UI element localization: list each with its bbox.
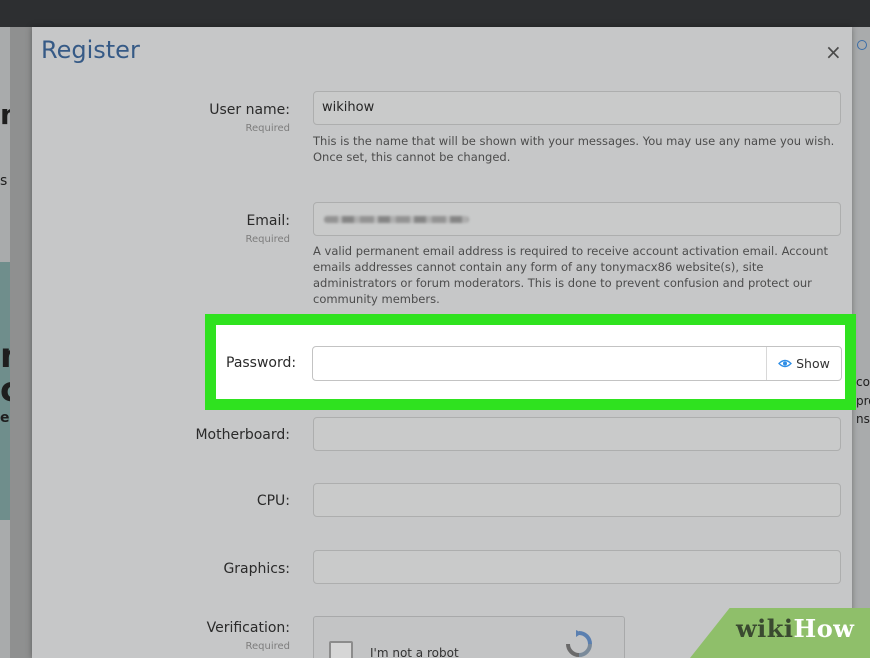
modal-title: Register xyxy=(41,36,140,64)
browser-top-bar xyxy=(0,0,870,27)
graphics-field[interactable] xyxy=(313,550,841,584)
modal-header: Register × xyxy=(32,27,852,79)
background-text-fragment: cy xyxy=(0,370,10,406)
background-text-fragment: nst xyxy=(856,412,870,426)
show-password-label: Show xyxy=(796,356,830,371)
username-label: User name: xyxy=(209,102,290,118)
email-label: Email: xyxy=(246,213,290,229)
email-help-text: A valid permanent email address is requi… xyxy=(313,244,828,306)
email-field[interactable] xyxy=(313,202,841,236)
recaptcha-logo-icon xyxy=(566,630,592,657)
username-field[interactable]: wikihow xyxy=(313,91,841,125)
wikihow-watermark: wikiHow xyxy=(736,614,854,643)
verification-label: Verification: xyxy=(206,620,290,636)
graphics-label: Graphics: xyxy=(223,561,290,577)
background-text-fragment: n xyxy=(0,336,10,372)
password-label: Password: xyxy=(226,355,297,371)
motherboard-label: Motherboard: xyxy=(195,427,290,443)
motherboard-field[interactable] xyxy=(313,417,841,451)
watermark-how: How xyxy=(793,614,855,643)
cpu-field[interactable] xyxy=(313,483,841,517)
background-text-fragment: co xyxy=(856,375,870,389)
background-text-fragment: m xyxy=(0,98,10,130)
verification-required: Required xyxy=(245,641,290,652)
cpu-label: CPU: xyxy=(256,493,290,509)
background-text-fragment: ea xyxy=(0,410,10,426)
blurred-email-value xyxy=(324,216,469,223)
info-icon xyxy=(857,40,867,50)
username-required: Required xyxy=(245,123,290,134)
background-text-fragment: pro xyxy=(856,394,870,408)
recaptcha-widget: I'm not a robot xyxy=(313,616,625,658)
background-text-fragment: s xyxy=(0,173,8,189)
captcha-checkbox[interactable] xyxy=(329,641,353,658)
password-highlight-frame: Password: Show xyxy=(205,314,856,410)
email-required: Required xyxy=(245,234,290,245)
password-input[interactable]: Show xyxy=(312,346,842,381)
close-icon[interactable]: × xyxy=(825,40,842,64)
username-help-text: This is the name that will be shown with… xyxy=(313,134,835,164)
captcha-label: I'm not a robot xyxy=(370,646,459,658)
eye-icon xyxy=(778,359,793,368)
show-password-button[interactable]: Show xyxy=(766,347,841,380)
watermark-wiki: wiki xyxy=(736,614,794,643)
